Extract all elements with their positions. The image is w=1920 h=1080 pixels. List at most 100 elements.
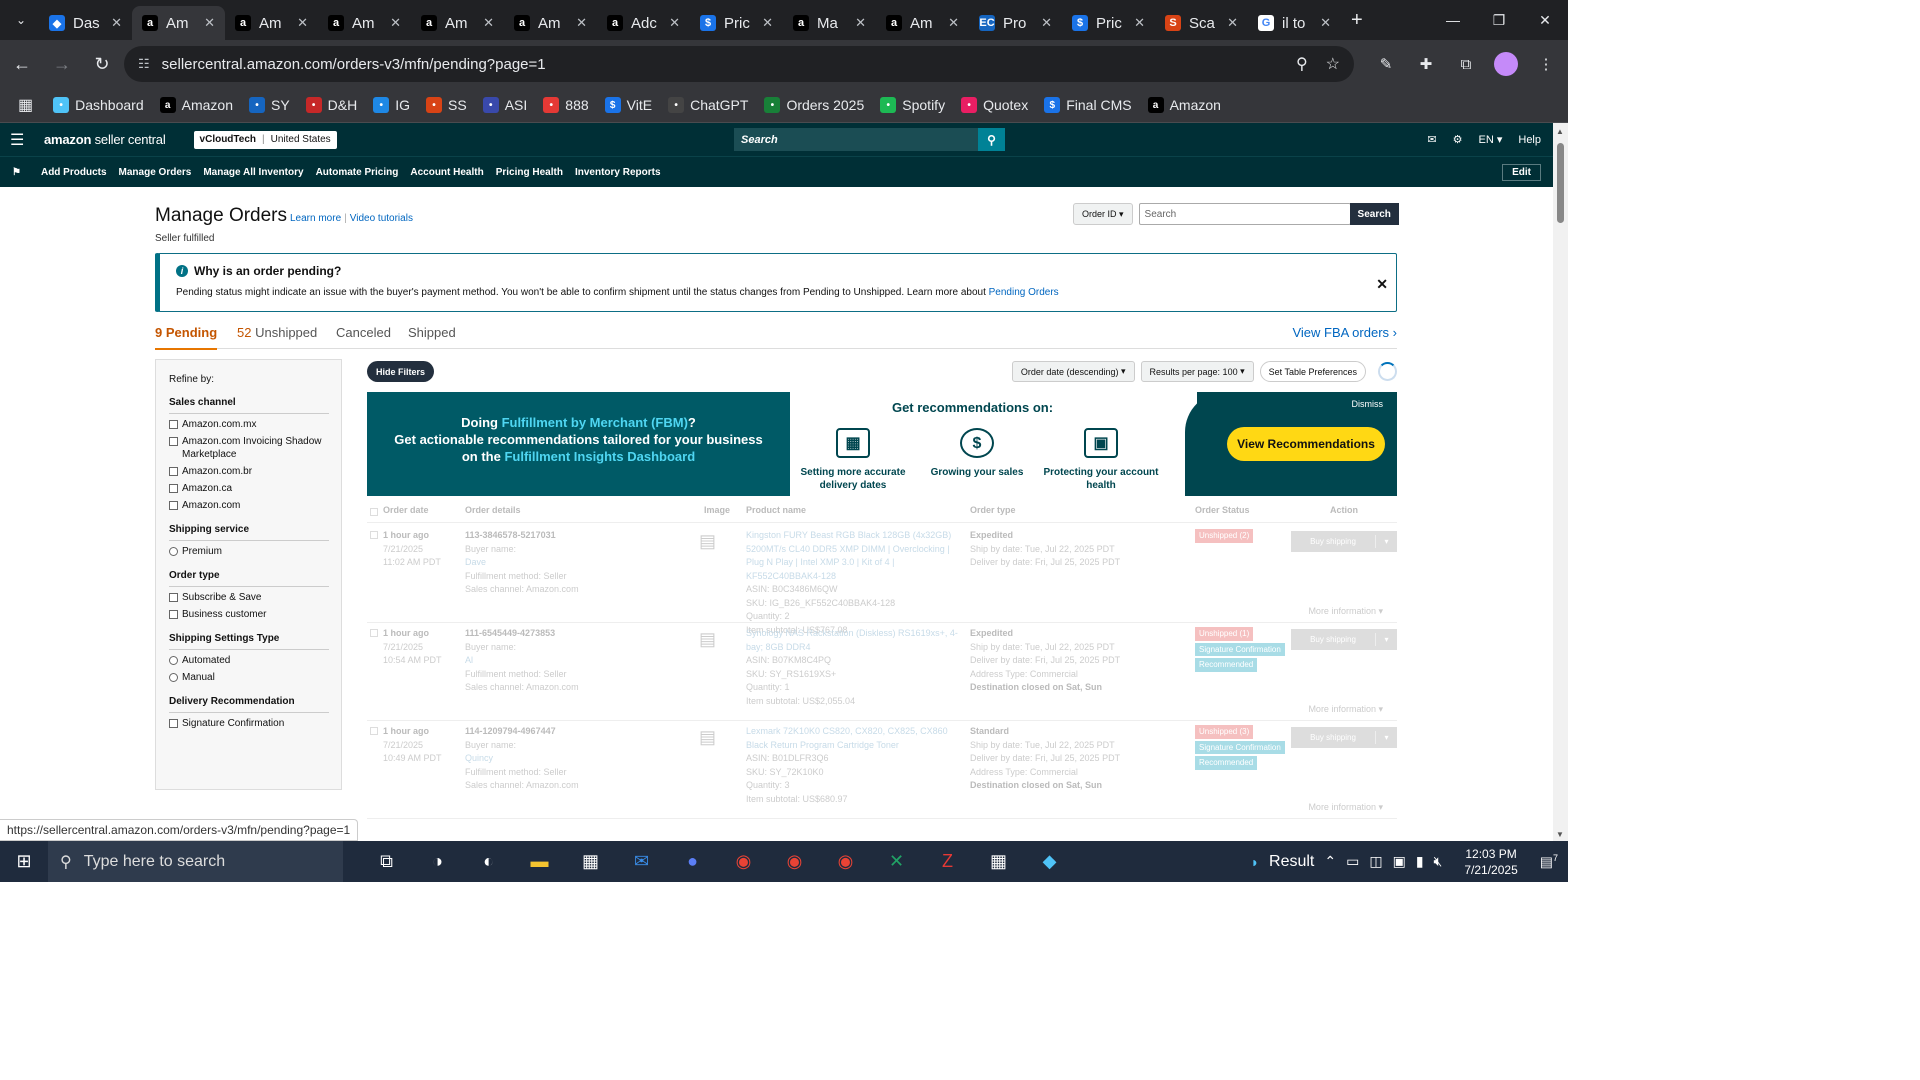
buy-shipping-button[interactable]: Buy shipping ▾: [1291, 629, 1397, 650]
filter-option[interactable]: Automated: [169, 654, 331, 667]
more-information-link[interactable]: More information ▾: [1308, 605, 1383, 619]
bookmark-item[interactable]: $ Final CMS: [1044, 97, 1132, 113]
filter-option[interactable]: Amazon.com.mx: [169, 418, 331, 431]
filter-option[interactable]: Subscribe & Save: [169, 591, 331, 604]
bookmark-flag-icon[interactable]: ⚑: [12, 167, 21, 178]
buy-shipping-button[interactable]: Buy shipping ▾: [1291, 727, 1397, 748]
more-information-link[interactable]: More information ▾: [1308, 801, 1383, 815]
mail-icon[interactable]: ✉: [1427, 133, 1436, 146]
select-all-checkbox[interactable]: [370, 508, 378, 516]
browser-tab[interactable]: a Am ✕: [132, 6, 225, 40]
nav-item-account-health[interactable]: Account Health: [410, 167, 483, 178]
tray-display-icon[interactable]: ▭: [1346, 853, 1359, 870]
order-search-button[interactable]: Search: [1349, 203, 1399, 225]
filter-option[interactable]: Business customer: [169, 608, 331, 621]
tab-unshipped[interactable]: 52 Unshipped: [237, 325, 317, 340]
destination-closed[interactable]: Destination closed on Sat, Sun: [970, 681, 1185, 695]
restore-icon[interactable]: ❐: [1476, 0, 1522, 40]
address-bar[interactable]: ☷ sellercentral.amazon.com/orders-v3/mfn…: [124, 46, 1354, 82]
minimize-icon[interactable]: —: [1430, 0, 1476, 40]
bookmark-item[interactable]: • Orders 2025: [764, 97, 864, 113]
nav-item-automate-pricing[interactable]: Automate Pricing: [316, 167, 399, 178]
volume-mute-icon[interactable]: 🔇︎: [1434, 853, 1443, 870]
menu-kebab-icon[interactable]: ⋮: [1534, 48, 1558, 80]
alert-close-icon[interactable]: ✕: [1376, 276, 1388, 293]
file-explorer-icon[interactable]: ▬: [514, 841, 565, 882]
filter-option[interactable]: Amazon.com: [169, 499, 331, 512]
task-view-icon[interactable]: ⧉: [361, 841, 412, 882]
chrome-alt-icon[interactable]: ◉: [820, 841, 871, 882]
notifications-icon[interactable]: ▤7: [1540, 853, 1558, 871]
tab-close-icon[interactable]: ✕: [1227, 15, 1238, 31]
filter-checkbox[interactable]: [169, 437, 178, 446]
tab-close-icon[interactable]: ✕: [204, 15, 215, 31]
tray-screen-icon[interactable]: ▣: [1393, 853, 1406, 870]
product-image[interactable]: ▤: [699, 728, 735, 757]
excel-icon[interactable]: ✕: [871, 841, 922, 882]
filter-checkbox[interactable]: [169, 467, 178, 476]
windows-start-icon[interactable]: ⊞: [0, 851, 48, 872]
forward-button[interactable]: →: [44, 46, 80, 82]
tab-close-icon[interactable]: ✕: [669, 15, 680, 31]
nav-item-manage-inventory[interactable]: Manage All Inventory: [203, 167, 303, 178]
browser-tab[interactable]: $ Pric ✕: [690, 6, 783, 40]
weather-icon[interactable]: ◗: [1251, 854, 1259, 870]
tab-close-icon[interactable]: ✕: [1134, 15, 1145, 31]
nav-item-manage-orders[interactable]: Manage Orders: [119, 167, 192, 178]
tab-canceled[interactable]: Canceled: [336, 325, 391, 340]
buyer-name-link[interactable]: Quincy: [465, 752, 665, 766]
tray-camera-icon[interactable]: ◫: [1369, 853, 1382, 870]
filter-option[interactable]: Amazon.ca: [169, 482, 331, 495]
apps-grid-icon[interactable]: ▦: [18, 95, 33, 115]
browser-tab[interactable]: a Am ✕: [318, 6, 411, 40]
extension-cross-icon[interactable]: ✚: [1414, 48, 1438, 80]
action-dropdown-icon[interactable]: ▾: [1375, 632, 1397, 647]
order-id-link[interactable]: 113-3846578-5217031: [465, 529, 665, 543]
new-tab-button[interactable]: +: [1351, 9, 1363, 32]
extensions-puzzle-icon[interactable]: ⧉: [1454, 48, 1478, 80]
bookmark-item[interactable]: • ASI: [482, 97, 527, 113]
tab-close-icon[interactable]: ✕: [297, 15, 308, 31]
header-search-button[interactable]: ⚲: [978, 128, 1005, 151]
filter-radio[interactable]: [169, 547, 178, 556]
filter-option[interactable]: Premium: [169, 545, 331, 558]
scroll-thumb[interactable]: [1557, 143, 1564, 223]
col-order-date[interactable]: Order date: [383, 505, 429, 515]
filter-option[interactable]: Amazon.com Invoicing Shadow Marketplace: [169, 435, 331, 461]
app-diamond-icon[interactable]: ◆: [1024, 841, 1075, 882]
filezilla-icon[interactable]: Z: [922, 841, 973, 882]
copilot-icon[interactable]: ◑: [412, 841, 463, 882]
bookmark-item[interactable]: • 888: [543, 97, 589, 113]
outlook-icon[interactable]: ✉: [616, 841, 667, 882]
tab-close-icon[interactable]: ✕: [855, 15, 866, 31]
calculator-icon[interactable]: ▦: [973, 841, 1024, 882]
buy-shipping-button[interactable]: Buy shipping ▾: [1291, 531, 1397, 552]
results-per-page-dropdown[interactable]: Results per page: 100 ▾: [1140, 361, 1254, 382]
nav-item-inventory-reports[interactable]: Inventory Reports: [575, 167, 661, 178]
filter-option[interactable]: Signature Confirmation: [169, 717, 331, 730]
row-checkbox[interactable]: [370, 727, 378, 735]
buyer-name-link[interactable]: Dave: [465, 556, 665, 570]
filter-checkbox[interactable]: [169, 501, 178, 510]
close-window-icon[interactable]: ✕: [1522, 0, 1568, 40]
order-search-input[interactable]: Search: [1138, 203, 1351, 225]
action-dropdown-icon[interactable]: ▾: [1375, 730, 1397, 745]
profile-avatar[interactable]: [1494, 48, 1518, 80]
banner-dismiss-link[interactable]: Dismiss: [1352, 399, 1384, 409]
tab-close-icon[interactable]: ✕: [762, 15, 773, 31]
chrome-icon[interactable]: ◉: [718, 841, 769, 882]
header-search-input[interactable]: Search ⚲: [734, 128, 1005, 151]
bookmark-star-icon[interactable]: ☆: [1326, 54, 1340, 74]
bookmark-item[interactable]: • IG: [373, 97, 410, 113]
filter-checkbox[interactable]: [169, 420, 178, 429]
page-scrollbar[interactable]: ▲ ▼: [1553, 123, 1568, 841]
destination-closed[interactable]: Destination closed on Sat, Sun: [970, 779, 1185, 793]
bookmark-item[interactable]: • SS: [426, 97, 467, 113]
help-link[interactable]: Help: [1518, 134, 1541, 146]
browser-tab[interactable]: a Adc ✕: [597, 6, 690, 40]
browser-tab[interactable]: a Am ✕: [411, 6, 504, 40]
filter-option[interactable]: Manual: [169, 671, 331, 684]
bookmark-item[interactable]: • ChatGPT: [668, 97, 748, 113]
bookmark-item[interactable]: • SY: [248, 97, 290, 113]
product-name-link[interactable]: Synology NAS Rackstation (Diskless) RS16…: [746, 627, 968, 654]
